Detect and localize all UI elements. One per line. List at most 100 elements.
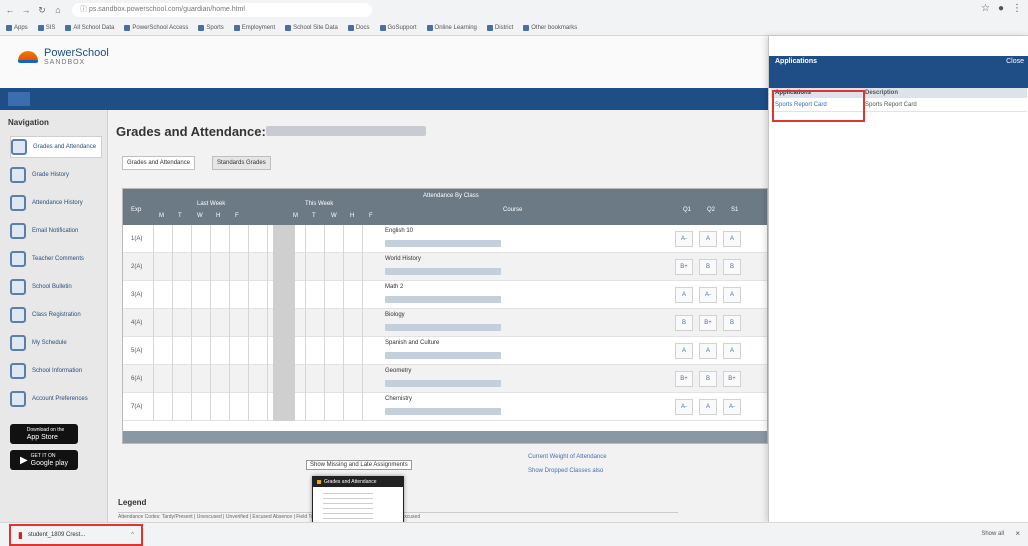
forward-arrow-icon[interactable]: →	[20, 4, 32, 16]
home-tab[interactable]	[8, 92, 30, 106]
week-divider	[273, 281, 295, 309]
kebab-menu-icon[interactable]: ⋮	[1012, 3, 1022, 14]
app-store-main: App Store	[26, 434, 58, 441]
bookmark-item[interactable]: Other bookmarks	[523, 25, 577, 31]
teacher-link-redacted[interactable]	[385, 240, 501, 247]
sidebar-item-label: Email Notification	[32, 227, 79, 234]
row-course: World History	[385, 256, 421, 262]
sidebar-item-school-information[interactable]: School Information	[10, 360, 102, 382]
grade-link[interactable]: B	[723, 315, 741, 331]
teacher-link-redacted[interactable]	[385, 380, 501, 387]
grade-link[interactable]: A-	[723, 399, 741, 415]
sidebar-item-label: School Bulletin	[32, 283, 72, 290]
bookmark-item[interactable]: School Site Data	[285, 25, 338, 31]
week-divider	[273, 253, 295, 281]
address-bar[interactable]: ⓘ ps.sandbox.powerschool.com/guardian/ho…	[72, 3, 372, 17]
profile-icon[interactable]: ●	[998, 3, 1004, 14]
sidebar-item-school-bulletin[interactable]: School Bulletin	[10, 276, 102, 298]
teacher-link-redacted[interactable]	[385, 296, 501, 303]
site-info-icon[interactable]: ⓘ	[80, 6, 89, 13]
table-footer	[123, 431, 767, 443]
bookmark-favicon-icon	[426, 25, 433, 31]
back-arrow-icon[interactable]: ←	[4, 4, 16, 16]
bookmark-item[interactable]: PowerSchool Access	[124, 25, 188, 31]
bookmark-item[interactable]: Online Learning	[426, 25, 477, 31]
row-course: Spanish and Culture	[385, 340, 440, 346]
grade-link[interactable]: A-	[675, 231, 693, 247]
attendance-link[interactable]: Current Weight of Attendance	[528, 454, 607, 460]
tab-standards-grades[interactable]: Standards Grades	[212, 156, 271, 170]
sidebar-item-grade-history[interactable]: Grade History	[10, 164, 102, 186]
google-play-top: GET IT ON	[30, 453, 56, 459]
tab-grades-attendance[interactable]: Grades and Attendance	[122, 156, 196, 170]
home-icon[interactable]: ⌂	[52, 4, 64, 16]
sidebar-item-label: Grade History	[32, 171, 70, 178]
bookmark-item[interactable]: Docs	[347, 25, 370, 31]
day-letter: W	[197, 213, 203, 219]
row-course: Biology	[385, 312, 405, 318]
sidebar-item-grades-attendance[interactable]: Grades and Attendance	[10, 136, 102, 158]
row-exp: 6(A)	[131, 376, 143, 382]
bookmark-favicon-icon	[486, 25, 493, 31]
sidebar-item-account-preferences[interactable]: Account Preferences	[10, 388, 102, 410]
bookmark-favicon-icon	[285, 25, 292, 31]
grade-link[interactable]: A	[723, 343, 741, 359]
teacher-link-redacted[interactable]	[385, 352, 501, 359]
bookmark-star-icon[interactable]: ☆	[981, 3, 990, 14]
column-header-description: Description	[865, 90, 899, 96]
missing-assignments-toggle[interactable]: Show Missing and Late Assignments	[306, 460, 412, 470]
bookmark-item[interactable]: Apps	[6, 25, 28, 31]
grade-link[interactable]: A-	[699, 287, 717, 303]
google-play-button[interactable]: ▶ GET IT ON Google play	[10, 450, 78, 470]
grade-link[interactable]: B+	[675, 259, 693, 275]
grade-link[interactable]: B	[699, 259, 717, 275]
teacher-link-redacted[interactable]	[385, 408, 501, 415]
show-all-button[interactable]: Show all	[981, 531, 1004, 537]
bookmark-favicon-icon	[523, 25, 530, 31]
teacher-link-redacted[interactable]	[385, 268, 501, 275]
bookmark-item[interactable]: All School Data	[65, 25, 114, 31]
grade-link[interactable]: A	[675, 343, 693, 359]
close-icon[interactable]: ×	[1015, 529, 1020, 538]
play-icon: ▶	[19, 454, 28, 466]
grade-link[interactable]: A	[699, 343, 717, 359]
powerschool-logo[interactable]: PowerSchool SANDBOX	[18, 48, 109, 66]
grade-link[interactable]: A	[699, 399, 717, 415]
row-exp: 5(A)	[131, 348, 143, 354]
sidebar-item-teacher-comments[interactable]: Teacher Comments	[10, 248, 102, 270]
day-letter: M	[159, 213, 164, 219]
bookmark-item[interactable]: GoSupport	[379, 25, 417, 31]
grade-link[interactable]: A	[723, 287, 741, 303]
grade-link[interactable]: A	[675, 287, 693, 303]
grade-link[interactable]: A	[723, 231, 741, 247]
bookmark-item[interactable]: Sports	[198, 25, 224, 31]
sidebar-item-email-notification[interactable]: Email Notification	[10, 220, 102, 242]
attendance-cells	[153, 309, 373, 337]
applications-close-button[interactable]: Close	[1006, 58, 1024, 65]
grade-link[interactable]: B+	[675, 371, 693, 387]
sidebar-item-class-registration[interactable]: Class Registration	[10, 304, 102, 326]
day-letter: T	[312, 213, 316, 219]
grade-link[interactable]: B+	[723, 371, 741, 387]
day-letter: T	[178, 213, 182, 219]
grade-link[interactable]: A-	[675, 399, 693, 415]
dropped-classes-link[interactable]: Show Dropped Classes also	[528, 468, 603, 474]
app-store-button[interactable]: Download on the App Store	[10, 424, 78, 444]
reload-icon[interactable]: ↻	[36, 4, 48, 16]
portal-header: PowerSchool SANDBOX	[0, 36, 768, 88]
bookmark-item[interactable]: District	[486, 25, 513, 31]
bookmark-item[interactable]: SIS	[37, 25, 55, 31]
sidebar-item-attendance-history[interactable]: Attendance History	[10, 192, 102, 214]
grade-link[interactable]: B	[675, 315, 693, 331]
google-play-main: Google play	[30, 460, 69, 467]
grade-link[interactable]: B	[699, 371, 717, 387]
bookmark-item[interactable]: Employment	[233, 25, 275, 31]
header-attendance-by-class: Attendance By Class	[423, 193, 479, 199]
sidebar-item-my-schedule[interactable]: My Schedule	[10, 332, 102, 354]
header-this-week: This Week	[305, 201, 334, 207]
teacher-link-redacted[interactable]	[385, 324, 501, 331]
grade-link[interactable]: A	[699, 231, 717, 247]
grade-link[interactable]: B+	[699, 315, 717, 331]
grade-link[interactable]: B	[723, 259, 741, 275]
sidebar-title: Navigation	[8, 118, 49, 127]
